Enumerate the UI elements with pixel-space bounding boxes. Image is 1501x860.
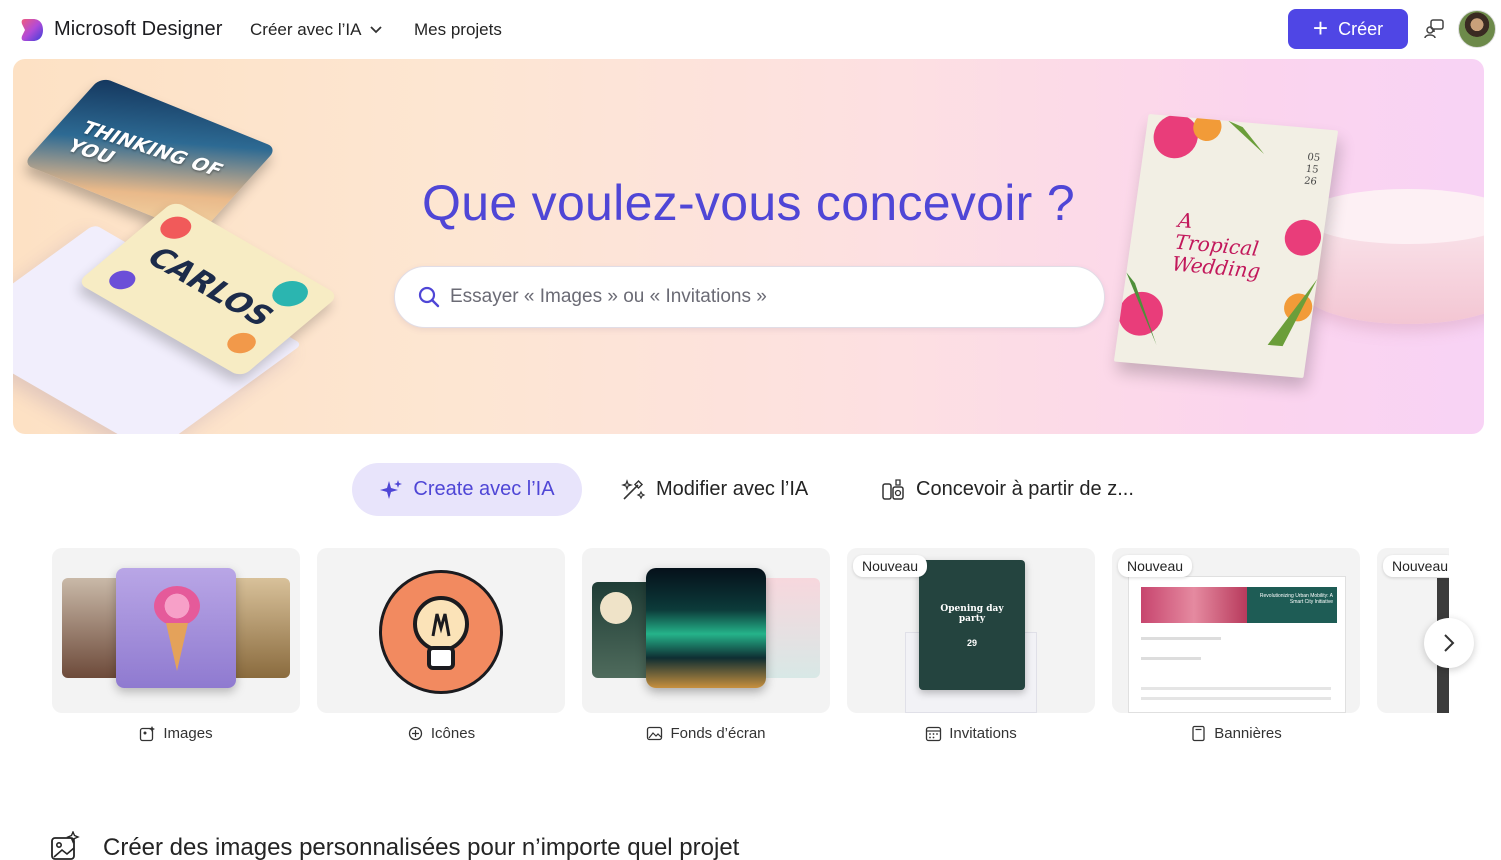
icon-shapes-icon [408, 726, 423, 741]
category-label-images: Images [52, 725, 300, 742]
calendar-icon [926, 726, 942, 742]
carlos-card-text: CARLOS [137, 241, 282, 333]
new-badge: Nouveau [1383, 555, 1449, 577]
lightbulb-icon [413, 596, 469, 670]
create-button-label: Créer [1338, 18, 1384, 39]
category-wallpapers-text: Fonds d’écran [670, 725, 766, 742]
new-badge: Nouveau [853, 555, 928, 577]
image-sparkle-icon [51, 831, 80, 860]
category-label-wallpapers: Fonds d’écran [582, 725, 830, 742]
category-card-invitations[interactable]: Nouveau Opening day party 29 Invitations [847, 548, 1095, 748]
prompt-search-box[interactable] [394, 266, 1105, 328]
tropical-wedding-invite-illustration: A Tropical Wedding 05 15 26 [1113, 113, 1339, 379]
app-brand[interactable]: Microsoft Designer [54, 18, 223, 41]
tab-design-scratch[interactable]: Concevoir à partir de z... [880, 463, 1134, 516]
user-avatar[interactable] [1458, 10, 1496, 48]
category-banners-text: Bannières [1214, 725, 1282, 742]
category-card-icons[interactable]: Icônes [317, 548, 565, 748]
category-card-wallpapers[interactable]: Fonds d’écran [582, 548, 830, 748]
invite-title-text: A Tropical Wedding [1170, 207, 1262, 283]
banner-thumb-title: Revolutionizing Urban Mobility: A Smart … [1259, 593, 1333, 605]
nav-create-ai-dropdown[interactable]: Créer avec l’IA [250, 20, 383, 40]
hero-banner: THINKING OF YOU CARLOS Que voulez-vous c… [13, 59, 1484, 434]
category-carousel: Images Icônes Fonds d’écran Nouveau Open… [52, 548, 1449, 748]
section-title: Créer des images personnalisées pour n’i… [103, 834, 740, 860]
chevron-down-icon [370, 26, 383, 34]
feedback-chat-icon[interactable] [1423, 18, 1445, 40]
invitation-thumb-date: 29 [966, 638, 977, 648]
category-card-banners[interactable]: Nouveau Revolutionizing Urban Mobility: … [1112, 548, 1360, 748]
category-icons-text: Icônes [430, 725, 476, 742]
chevron-right-icon [1444, 634, 1455, 652]
nav-create-ai-label: Créer avec l’IA [250, 20, 362, 39]
images-thumbnail [52, 548, 300, 713]
sparkle-icon [380, 479, 403, 499]
plus-icon: + [1312, 13, 1329, 43]
category-label-icons: Icônes [317, 725, 565, 742]
tab-edit-ai-label: Modifier avec l’IA [656, 478, 809, 500]
category-label-invitations: Invitations [847, 725, 1095, 742]
document-icon [1192, 725, 1205, 742]
invitations-thumbnail: Nouveau Opening day party 29 [847, 548, 1095, 713]
new-badge: Nouveau [1118, 555, 1193, 577]
search-icon [418, 286, 440, 308]
top-bar: Microsoft Designer Créer avec l’IA Mes p… [0, 0, 1501, 60]
invitation-thumb-title: Opening day party [940, 604, 1004, 624]
banners-thumbnail: Nouveau Revolutionizing Urban Mobility: … [1112, 548, 1360, 713]
image-sparkle-icon [140, 726, 156, 742]
category-invitations-text: Invitations [949, 725, 1017, 742]
category-label-banners: Bannières [1112, 725, 1360, 742]
designer-logo-icon[interactable] [19, 17, 45, 43]
wallpaper-icon [647, 726, 663, 741]
create-button[interactable]: + Créer [1288, 9, 1408, 49]
tab-edit-ai[interactable]: Modifier avec l’IA [620, 463, 808, 516]
category-card-images[interactable]: Images [52, 548, 300, 748]
icons-thumbnail [317, 548, 565, 713]
tab-create-ai-label: Create avec l’IA [413, 478, 555, 500]
wallpapers-thumbnail [582, 548, 830, 713]
design-shapes-icon [882, 478, 904, 500]
carousel-next-button[interactable] [1424, 618, 1474, 668]
search-input[interactable] [450, 267, 1070, 327]
nav-my-projects[interactable]: Mes projets [414, 20, 502, 40]
category-images-text: Images [163, 725, 213, 742]
tab-create-ai[interactable]: Create avec l’IA [352, 463, 582, 516]
tab-design-scratch-label: Concevoir à partir de z... [916, 478, 1134, 500]
magic-wand-icon [621, 478, 646, 500]
